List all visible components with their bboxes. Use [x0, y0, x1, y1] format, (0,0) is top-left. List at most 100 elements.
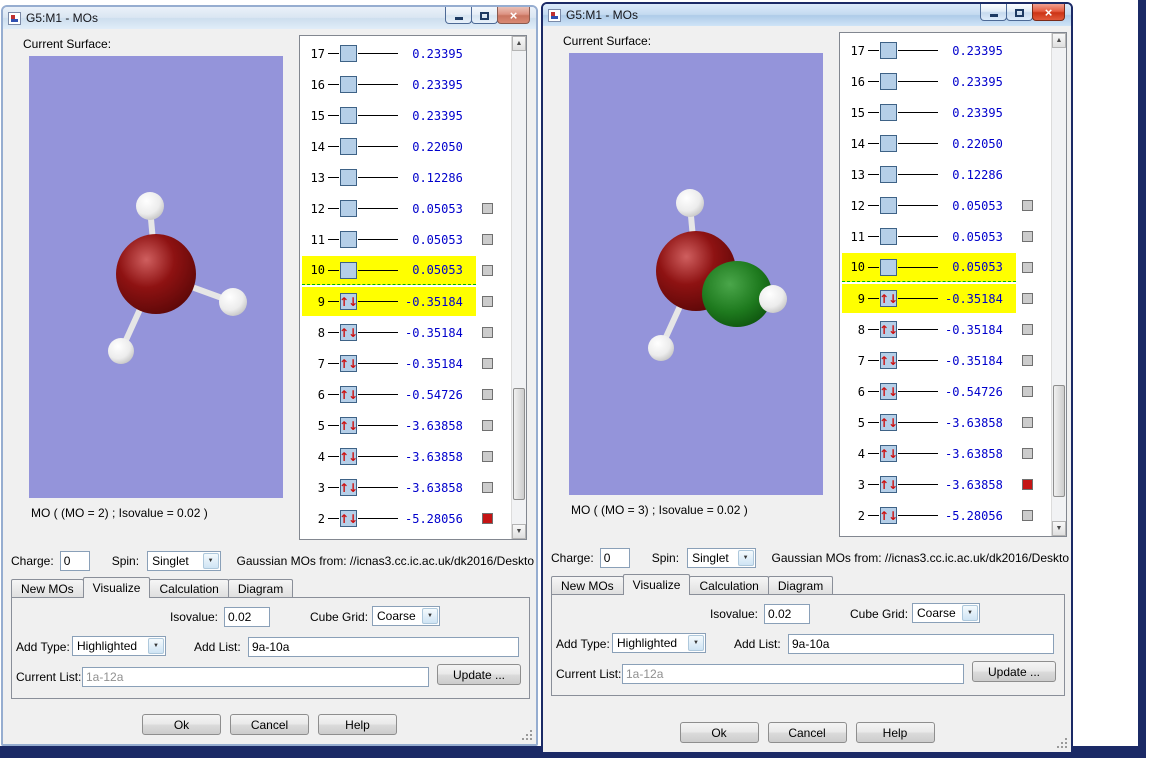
mo-row[interactable]: 6 ↑ ↓ -0.54726 — [300, 379, 511, 410]
add-type-dropdown[interactable]: Highlighted ▼ — [72, 636, 166, 656]
mo-row[interactable]: 11 0.05053 — [840, 221, 1051, 252]
mo-checkbox[interactable] — [482, 451, 493, 462]
mo-row[interactable]: 15 0.23395 — [840, 97, 1051, 128]
mo-orbital-box[interactable]: ↑ ↓ — [879, 476, 898, 493]
mo-checkbox[interactable] — [482, 482, 493, 493]
mo-orbital-box[interactable]: ↑ ↓ — [879, 507, 898, 524]
mo-list-scrollbar[interactable]: ▲ ▼ — [1051, 33, 1066, 536]
mo-checkbox[interactable] — [1022, 262, 1033, 273]
current-list-input[interactable] — [82, 667, 429, 687]
mo-orbital-box[interactable]: ↑ ↓ — [879, 414, 898, 431]
mo-checkbox[interactable] — [1022, 355, 1033, 366]
mo-row[interactable]: 8 ↑ ↓ -0.35184 — [300, 317, 511, 348]
mo-checkbox[interactable] — [482, 296, 493, 307]
close-button[interactable]: × — [1032, 4, 1065, 21]
mo-orbital-box[interactable] — [880, 258, 897, 276]
mo-checkbox[interactable] — [482, 265, 493, 276]
scroll-up-button[interactable]: ▲ — [1052, 33, 1066, 48]
mo-checkbox[interactable] — [1022, 293, 1033, 304]
mo-row[interactable]: 3 ↑ ↓ -3.63858 — [300, 472, 511, 503]
help-button[interactable]: Help — [318, 714, 397, 735]
ok-button[interactable]: Ok — [142, 714, 221, 735]
mo-orbital-box[interactable]: ↑ ↓ — [339, 293, 358, 310]
mo-checkbox[interactable] — [482, 234, 493, 245]
mo-checkbox[interactable] — [1022, 510, 1033, 521]
mo-checkbox[interactable] — [482, 389, 493, 400]
mo-checkbox[interactable] — [1022, 200, 1033, 211]
isovalue-input[interactable] — [764, 604, 810, 624]
scroll-down-button[interactable]: ▼ — [512, 524, 526, 539]
scrollbar-thumb[interactable] — [1053, 385, 1065, 497]
spin-dropdown[interactable]: Singlet ▼ — [687, 548, 756, 568]
cube-grid-dropdown[interactable]: Coarse ▼ — [372, 606, 440, 626]
mo-orbital-box[interactable] — [340, 200, 357, 217]
mo-orbital-box[interactable] — [340, 138, 357, 155]
resize-grip[interactable] — [521, 729, 533, 741]
minimize-button[interactable] — [445, 7, 472, 24]
title-bar[interactable]: G5:M1 - MOs × — [543, 4, 1071, 26]
cancel-button[interactable]: Cancel — [230, 714, 309, 735]
mo-row[interactable]: 5 ↑ ↓ -3.63858 — [300, 410, 511, 441]
mo-row[interactable]: 16 0.23395 — [300, 69, 511, 100]
mo-orbital-box[interactable] — [880, 197, 897, 214]
mo-orbital-box[interactable] — [880, 42, 897, 59]
ok-button[interactable]: Ok — [679, 722, 759, 743]
mo-row[interactable]: 9 ↑ ↓ -0.35184 — [840, 283, 1051, 314]
mo-orbital-box[interactable]: ↑ ↓ — [339, 355, 358, 372]
mo-row[interactable]: 16 0.23395 — [840, 66, 1051, 97]
mo-orbital-box[interactable] — [340, 169, 357, 186]
mo-orbital-box[interactable]: ↑ ↓ — [879, 352, 898, 369]
tab-visualize[interactable]: Visualize — [82, 577, 151, 598]
title-bar[interactable]: G5:M1 - MOs × — [3, 7, 536, 29]
mo-row[interactable]: 15 0.23395 — [300, 100, 511, 131]
mo-row[interactable]: 10 0.05053 — [840, 252, 1051, 283]
update-button[interactable]: Update ... — [972, 661, 1056, 682]
mo-orbital-box[interactable] — [340, 45, 357, 62]
mo-orbital-box[interactable] — [880, 228, 897, 245]
cancel-button[interactable]: Cancel — [767, 722, 847, 743]
mo-orbital-box[interactable]: ↑ ↓ — [339, 510, 358, 527]
mo-row[interactable]: 14 0.22050 — [300, 131, 511, 162]
resize-grip[interactable] — [1056, 737, 1068, 749]
minimize-button[interactable] — [980, 4, 1007, 21]
mo-row[interactable]: 2 ↑ ↓ -5.28056 — [840, 500, 1051, 531]
mo-orbital-box[interactable] — [340, 261, 357, 279]
tab-new-mos[interactable]: New MOs — [11, 579, 84, 598]
mo-row[interactable]: 17 0.23395 — [300, 38, 511, 69]
mo-orbital-box[interactable]: ↑ ↓ — [339, 448, 358, 465]
mo-orbital-box[interactable]: ↑ ↓ — [879, 383, 898, 400]
current-list-input[interactable] — [622, 664, 964, 684]
mo-row[interactable]: 7 ↑ ↓ -0.35184 — [300, 348, 511, 379]
molecule-canvas[interactable] — [29, 56, 283, 498]
mo-checkbox[interactable] — [1022, 448, 1033, 459]
mo-row[interactable]: 5 ↑ ↓ -3.63858 — [840, 407, 1051, 438]
cube-grid-dropdown[interactable]: Coarse ▼ — [912, 603, 980, 623]
mo-list-scrollbar[interactable]: ▲ ▼ — [511, 36, 526, 539]
tab-new-mos[interactable]: New MOs — [551, 576, 624, 595]
mo-orbital-box[interactable] — [340, 76, 357, 93]
mo-row[interactable]: 8 ↑ ↓ -0.35184 — [840, 314, 1051, 345]
mo-checkbox[interactable] — [1022, 324, 1033, 335]
add-type-dropdown[interactable]: Highlighted ▼ — [612, 633, 706, 653]
mo-orbital-box[interactable] — [340, 107, 357, 124]
spin-dropdown[interactable]: Singlet ▼ — [147, 551, 221, 571]
mo-orbital-box[interactable]: ↑ ↓ — [339, 479, 358, 496]
mo-row[interactable]: 14 0.22050 — [840, 128, 1051, 159]
mo-row[interactable]: 12 0.05053 — [840, 190, 1051, 221]
maximize-button[interactable] — [1006, 4, 1033, 21]
tab-calculation[interactable]: Calculation — [149, 579, 229, 598]
tab-diagram[interactable]: Diagram — [767, 576, 834, 595]
tab-diagram[interactable]: Diagram — [227, 579, 294, 598]
mo-checkbox[interactable] — [1022, 386, 1033, 397]
mo-checkbox[interactable] — [1022, 231, 1033, 242]
scroll-down-button[interactable]: ▼ — [1052, 521, 1066, 536]
mo-row[interactable]: 4 ↑ ↓ -3.63858 — [300, 441, 511, 472]
mo-orbital-box[interactable]: ↑ ↓ — [879, 321, 898, 338]
mo-checkbox[interactable] — [482, 327, 493, 338]
update-button[interactable]: Update ... — [437, 664, 521, 685]
mo-row[interactable]: 13 0.12286 — [840, 159, 1051, 190]
close-button[interactable]: × — [497, 7, 530, 24]
mo-orbital-box[interactable] — [880, 166, 897, 183]
mo-checkbox[interactable] — [482, 203, 493, 214]
add-list-input[interactable] — [248, 637, 519, 657]
